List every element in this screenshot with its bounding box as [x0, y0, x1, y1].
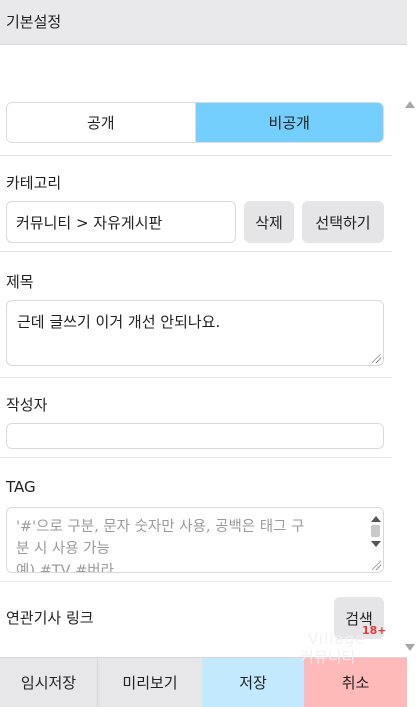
tag-placeholder-line: 예) #TV #버라 [16, 563, 114, 573]
related-link-label: 연관기사 링크 [6, 609, 94, 627]
action-bar: 임시저장 미리보기 저장 취소 [0, 657, 407, 707]
header-title: 기본설정 [6, 13, 62, 31]
visibility-private-button[interactable]: 비공개 [195, 103, 383, 142]
tag-label: TAG [6, 478, 36, 496]
resize-handle-icon[interactable] [372, 561, 381, 570]
category-delete-button[interactable]: 삭제 [244, 201, 294, 243]
category-label: 카테고리 [6, 174, 62, 192]
author-label: 작성자 [6, 396, 48, 414]
tag-textarea[interactable]: '#'으로 구분, 문자 숫자만 사용, 공백은 태그 구 분 시 사용 가능 … [6, 507, 384, 573]
page-scrollbar[interactable] [403, 45, 417, 657]
related-link-search-button[interactable]: 검색 [334, 597, 384, 639]
resize-handle-icon[interactable] [372, 354, 381, 363]
category-value-field: 커뮤니티 > 자유게시판 [6, 201, 236, 243]
scroll-down-arrow-icon[interactable] [405, 644, 415, 651]
tag-scroll-down-icon[interactable] [371, 541, 381, 547]
preview-button[interactable]: 미리보기 [98, 658, 202, 707]
tag-scroll-up-icon[interactable] [371, 516, 381, 522]
divider [0, 155, 392, 156]
category-select-button[interactable]: 선택하기 [302, 201, 384, 243]
visibility-toggle: 공개 비공개 [6, 102, 384, 143]
save-button[interactable]: 저장 [202, 658, 304, 707]
title-label: 제목 [6, 273, 34, 291]
tag-scroll-thumb[interactable] [371, 525, 380, 537]
scroll-up-arrow-icon[interactable] [405, 101, 415, 108]
divider [0, 581, 392, 582]
divider [0, 377, 392, 378]
title-value: 근데 글쓰기 이거 개선 안되나요. [17, 313, 221, 331]
tag-placeholder-line: 분 시 사용 가능 [16, 541, 110, 557]
tag-placeholder-line: '#'으로 구분, 문자 숫자만 사용, 공백은 태그 구 [16, 519, 305, 535]
temp-save-button[interactable]: 임시저장 [0, 658, 98, 707]
visibility-public-button[interactable]: 공개 [7, 103, 196, 142]
settings-header: 기본설정 [0, 0, 407, 45]
divider [0, 457, 392, 458]
tag-placeholder: '#'으로 구분, 문자 숫자만 사용, 공백은 태그 구 분 시 사용 가능 … [16, 516, 364, 573]
divider [0, 251, 392, 252]
cancel-button[interactable]: 취소 [304, 658, 407, 707]
author-input[interactable] [6, 423, 384, 449]
title-textarea[interactable]: 근데 글쓰기 이거 개선 안되나요. [6, 300, 384, 366]
